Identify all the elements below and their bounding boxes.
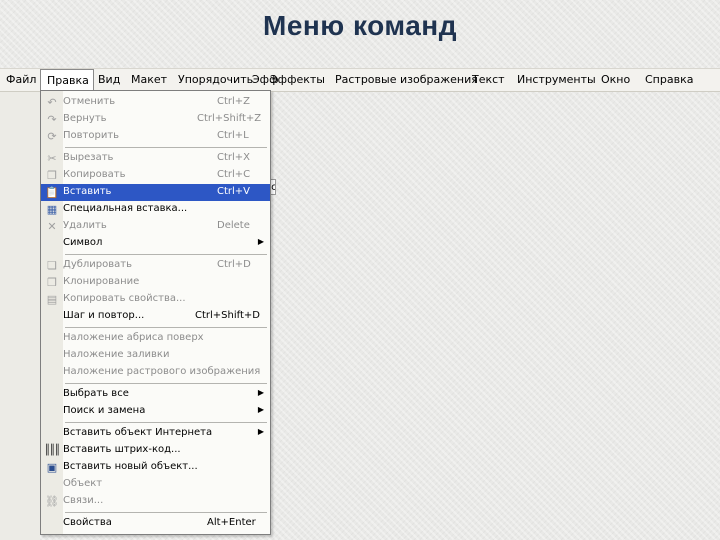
undo-icon: ↶: [47, 96, 57, 109]
menu-edit[interactable]: Правка: [40, 69, 94, 91]
menu-item-copy-properties[interactable]: ▤ Копировать свойства...: [41, 291, 270, 308]
repeat-icon: ⟳: [47, 130, 57, 143]
menu-effects[interactable]: Эффекты: [270, 73, 325, 86]
submenu-arrow-icon: ▶: [257, 237, 264, 246]
menu-separator: [65, 383, 267, 384]
menu-item-clone[interactable]: ❒ Клонирование: [41, 274, 270, 291]
menu-item-overprint-outline[interactable]: Наложение абриса поверх: [41, 330, 270, 347]
toolbox-gutter: [0, 92, 40, 540]
duplicate-icon: ❏: [47, 259, 57, 272]
menu-arrange[interactable]: Упорядочить: [178, 73, 253, 86]
submenu-arrow-icon: ▶: [257, 427, 264, 436]
copy-icon: ❐: [47, 169, 57, 182]
paste-icon: 📋: [45, 186, 59, 199]
menu-window[interactable]: Окно: [601, 73, 630, 86]
menu-layout[interactable]: Макет: [131, 73, 167, 86]
menu-item-redo[interactable]: ↷ Вернуть Ctrl+Shift+Z: [41, 111, 270, 128]
delete-icon: ✕: [47, 220, 57, 233]
barcode-icon: ║║║: [44, 445, 60, 456]
menu-item-insert-internet-object[interactable]: Вставить объект Интернета ▶: [41, 425, 270, 442]
menu-separator: [65, 254, 267, 255]
menu-separator: [65, 147, 267, 148]
menu-item-properties[interactable]: Свойства Alt+Enter: [41, 515, 270, 532]
links-icon: ⛓: [45, 495, 59, 508]
submenu-arrow-icon: ▶: [257, 405, 264, 414]
menu-item-symbol[interactable]: Символ ▶: [41, 235, 270, 252]
menu-view[interactable]: Вид: [98, 73, 120, 86]
submenu-arrow-icon: ▶: [257, 388, 264, 397]
menu-item-overprint-bitmap[interactable]: Наложение растрового изображения: [41, 364, 270, 381]
edit-dropdown-menu: ↶ Отменить Ctrl+Z ↷ Вернуть Ctrl+Shift+Z…: [40, 90, 271, 535]
menu-item-copy[interactable]: ❐ Копировать Ctrl+C: [41, 167, 270, 184]
menu-item-paste[interactable]: 📋 Вставить Ctrl+V: [41, 184, 270, 201]
menu-bitmaps[interactable]: Растровые изображения: [335, 73, 478, 86]
menu-item-delete[interactable]: ✕ Удалить Delete: [41, 218, 270, 235]
menu-item-object[interactable]: Объект: [41, 476, 270, 493]
redo-icon: ↷: [47, 113, 57, 126]
menu-item-links[interactable]: ⛓ Связи...: [41, 493, 270, 510]
paste-special-icon: ▦: [46, 203, 58, 216]
menu-file[interactable]: Файл: [6, 73, 36, 86]
menu-item-cut[interactable]: ✂ Вырезать Ctrl+X: [41, 150, 270, 167]
menu-item-repeat[interactable]: ⟳ Повторить Ctrl+L: [41, 128, 270, 145]
menu-item-insert-barcode[interactable]: ║║║ Вставить штрих-код...: [41, 442, 270, 459]
menu-item-select-all[interactable]: Выбрать все ▶: [41, 386, 270, 403]
menu-separator: [65, 512, 267, 513]
clone-icon: ❒: [47, 276, 57, 289]
scissors-icon: ✂: [47, 152, 57, 165]
menu-item-undo[interactable]: ↶ Отменить Ctrl+Z: [41, 94, 270, 111]
menu-separator: [65, 422, 267, 423]
menu-item-step-repeat[interactable]: Шаг и повтор... Ctrl+Shift+D: [41, 308, 270, 325]
menu-item-insert-new-object[interactable]: ▣ Вставить новый объект...: [41, 459, 270, 476]
menu-item-paste-special[interactable]: ▦ Специальная вставка...: [41, 201, 270, 218]
menu-bar: Файл Правка Вид Макет Упорядочить Эфф Эф…: [0, 68, 720, 92]
new-object-icon: ▣: [46, 461, 58, 474]
menu-separator: [65, 327, 267, 328]
menu-text[interactable]: Текст: [472, 73, 505, 86]
menu-item-find-replace[interactable]: Поиск и замена ▶: [41, 403, 270, 420]
menu-tools[interactable]: Инструменты: [517, 73, 596, 86]
copy-properties-icon: ▤: [46, 293, 58, 306]
menu-help[interactable]: Справка: [645, 73, 693, 86]
menu-item-overprint-fill[interactable]: Наложение заливки: [41, 347, 270, 364]
slide-title: Меню команд: [263, 10, 457, 41]
app-screenshot: Файл Правка Вид Макет Упорядочить Эфф Эф…: [0, 64, 720, 540]
menu-item-duplicate[interactable]: ❏ Дублировать Ctrl+D: [41, 257, 270, 274]
